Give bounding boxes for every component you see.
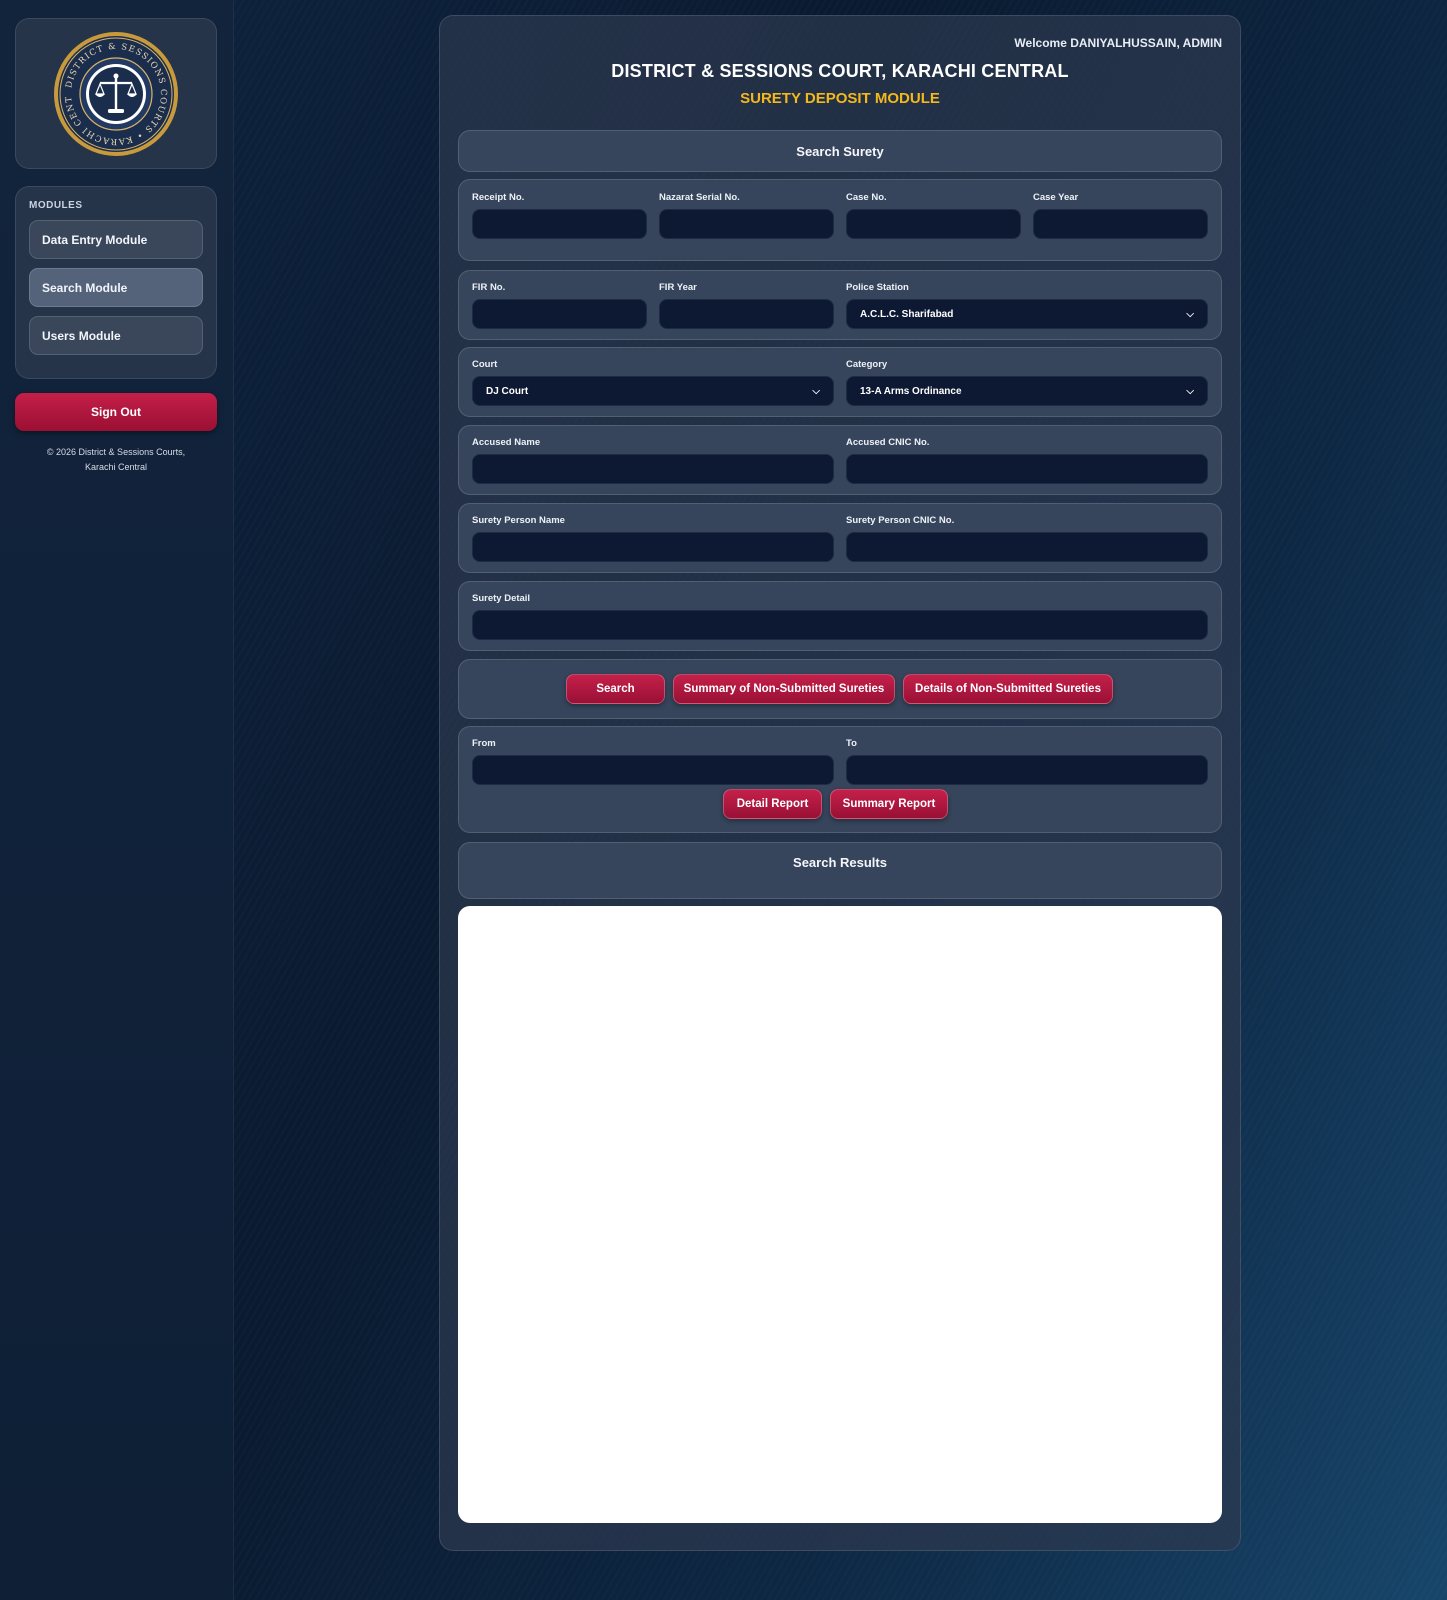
surety-person-cnic-input[interactable] [846, 532, 1208, 562]
category-select[interactable]: 13-A Arms Ordinance ⌵ [846, 376, 1208, 406]
case-year-label: Case Year [1033, 192, 1079, 203]
search-surety-title: Search Surety [796, 143, 884, 159]
search-results-area [458, 906, 1222, 1523]
fir-year-field: FIR Year [659, 282, 697, 294]
category-field: Category [846, 359, 887, 371]
sign-out-button[interactable]: Sign Out [15, 393, 217, 431]
receipt-no-label: Receipt No. [472, 192, 525, 203]
fir-year-label: FIR Year [659, 282, 697, 293]
search-results-header: Search Results [458, 842, 1222, 899]
surety-person-row: Surety Person Name Surety Person CNIC No… [458, 503, 1222, 573]
case-no-input[interactable] [846, 209, 1021, 239]
accused-cnic-label: Accused CNIC No. [846, 437, 930, 448]
copyright-line-1: © 2026 District & Sessions Courts, [46, 447, 186, 457]
fir-no-input[interactable] [472, 299, 647, 329]
surety-person-name-field: Surety Person Name [472, 515, 565, 527]
detail-report-button[interactable]: Detail Report [723, 789, 822, 819]
report-range-row: From To Detail Report Summary Report [458, 726, 1222, 833]
welcome-text: Welcome DANIYALHUSSAIN, ADMIN [1014, 36, 1222, 50]
receipt-no-field: Receipt No. [472, 192, 524, 204]
to-field: To [846, 738, 857, 750]
police-station-label: Police Station [846, 282, 909, 293]
sidebar-item-data-entry[interactable]: Data Entry Module [29, 220, 203, 259]
copyright: © 2026 District & Sessions Courts, Karac… [15, 445, 217, 475]
nazarat-serial-label: Nazarat Serial No. [659, 192, 740, 203]
to-date-input[interactable] [846, 755, 1208, 785]
surety-detail-label: Surety Detail [472, 593, 531, 604]
search-results-title: Search Results [793, 855, 887, 870]
sidebar: DISTRICT & SESSIONS COURTS • KARACHI CEN… [0, 0, 234, 1600]
sidebar-item-users[interactable]: Users Module [29, 316, 203, 355]
court-value: DJ Court [486, 385, 529, 397]
court-label: Court [472, 359, 498, 370]
surety-person-name-label: Surety Person Name [472, 515, 565, 526]
surety-detail-field: Surety Detail [472, 593, 530, 605]
case-year-input[interactable] [1033, 209, 1208, 239]
fir-no-field: FIR No. [472, 282, 505, 294]
chevron-down-icon: ⌵ [1186, 308, 1194, 320]
to-label: To [846, 738, 857, 749]
case-no-field: Case No. [846, 192, 887, 204]
module-subtitle: SURETY DEPOSIT MODULE [740, 90, 940, 107]
court-select[interactable]: DJ Court ⌵ [472, 376, 834, 406]
nazarat-serial-input[interactable] [659, 209, 834, 239]
sidebar-item-search[interactable]: Search Module [29, 268, 203, 307]
copyright-line-2: Karachi Central [84, 462, 148, 472]
from-date-input[interactable] [472, 755, 834, 785]
court-seal-logo: DISTRICT & SESSIONS COURTS • KARACHI CEN… [52, 30, 178, 156]
police-station-select[interactable]: A.C.L.C. Sharifabad ⌵ [846, 299, 1208, 329]
category-label: Category [846, 359, 888, 370]
page-title: DISTRICT & SESSIONS COURT, KARACHI CENTR… [611, 61, 1069, 81]
modules-title: MODULES [29, 200, 83, 211]
receipt-no-input[interactable] [472, 209, 647, 239]
chevron-down-icon: ⌵ [1186, 385, 1194, 397]
court-category-row: Court DJ Court ⌵ Category 13-A Arms Ordi… [458, 347, 1222, 417]
receipt-case-row: Receipt No. Nazarat Serial No. Case No. … [458, 179, 1222, 261]
summary-non-submitted-button[interactable]: Summary of Non-Submitted Sureties [673, 674, 895, 704]
police-station-field: Police Station [846, 282, 909, 294]
surety-person-name-input[interactable] [472, 532, 834, 562]
fir-row: FIR No. FIR Year Police Station A.C.L.C.… [458, 270, 1222, 340]
search-button[interactable]: Search [566, 674, 665, 704]
modules-nav: MODULES Data Entry Module Search Module … [15, 186, 217, 379]
category-value: 13-A Arms Ordinance [860, 385, 962, 397]
case-no-label: Case No. [846, 192, 887, 203]
accused-name-field: Accused Name [472, 437, 540, 449]
actions-row: Search Summary of Non-Submitted Sureties… [458, 659, 1222, 719]
surety-detail-input[interactable] [472, 610, 1208, 640]
summary-report-button[interactable]: Summary Report [830, 789, 948, 819]
accused-row: Accused Name Accused CNIC No. [458, 425, 1222, 495]
details-non-submitted-button[interactable]: Details of Non-Submitted Sureties [903, 674, 1113, 704]
accused-name-label: Accused Name [472, 437, 541, 448]
from-label: From [472, 738, 496, 749]
fir-year-input[interactable] [659, 299, 834, 329]
accused-name-input[interactable] [472, 454, 834, 484]
logo-card: DISTRICT & SESSIONS COURTS • KARACHI CEN… [15, 18, 217, 169]
surety-detail-row: Surety Detail [458, 581, 1222, 651]
main-card: Welcome DANIYALHUSSAIN, ADMIN DISTRICT &… [439, 15, 1241, 1551]
search-surety-header: Search Surety [458, 130, 1222, 172]
case-year-field: Case Year [1033, 192, 1078, 204]
from-field: From [472, 738, 496, 750]
accused-cnic-input[interactable] [846, 454, 1208, 484]
court-field: Court [472, 359, 497, 371]
police-station-value: A.C.L.C. Sharifabad [860, 308, 954, 320]
fir-no-label: FIR No. [472, 282, 506, 293]
chevron-down-icon: ⌵ [812, 385, 820, 397]
accused-cnic-field: Accused CNIC No. [846, 437, 929, 449]
nazarat-serial-field: Nazarat Serial No. [659, 192, 740, 204]
surety-person-cnic-field: Surety Person CNIC No. [846, 515, 954, 527]
surety-person-cnic-label: Surety Person CNIC No. [846, 515, 955, 526]
